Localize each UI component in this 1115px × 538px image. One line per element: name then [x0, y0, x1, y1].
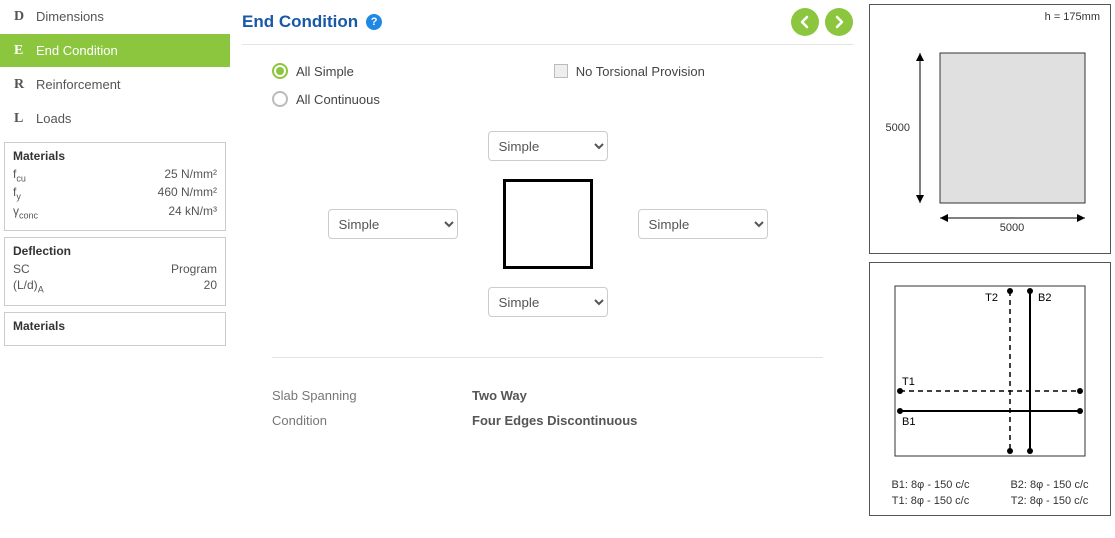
deflection-row: SCProgram — [13, 262, 217, 276]
svg-text:5000: 5000 — [1000, 222, 1024, 233]
checkbox-no-torsion[interactable]: No Torsional Provision — [554, 64, 705, 79]
edge-left-select[interactable]: Simple — [328, 209, 458, 239]
radio-all-continuous[interactable]: All Continuous — [272, 91, 823, 107]
sidebar-item-loads[interactable]: L Loads — [0, 102, 230, 136]
svg-text:B2: B2 — [1038, 292, 1051, 304]
edge-picker: Simple Simple Simple — [272, 131, 823, 317]
panel-title: Deflection — [13, 244, 217, 258]
summary-value: Four Edges Discontinuous — [472, 413, 637, 428]
thickness-label: h = 175mm — [1045, 11, 1100, 23]
nav-label: End Condition — [36, 43, 118, 58]
svg-text:T1: T1 — [902, 376, 915, 388]
radio-icon — [272, 63, 288, 79]
main-content: End Condition ? All Simple — [230, 0, 865, 446]
sidebar-item-reinforcement[interactable]: R Reinforcement — [0, 68, 230, 102]
edge-top-select[interactable]: Simple — [488, 131, 608, 161]
sidebar-item-end-condition[interactable]: E End Condition — [0, 34, 230, 68]
slab-icon — [503, 179, 593, 269]
panel-title: Materials — [13, 149, 217, 163]
nav-label: Loads — [36, 111, 71, 126]
summary: Slab Spanning Two Way Condition Four Edg… — [272, 357, 823, 428]
nav-tag: E — [14, 43, 36, 59]
main-header: End Condition ? — [242, 8, 853, 45]
summary-label: Slab Spanning — [272, 388, 472, 403]
summary-label: Condition — [272, 413, 472, 428]
nav-tag: R — [14, 77, 36, 93]
material-row: fy460 N/mm² — [13, 185, 217, 201]
panel-materials-2: Materials — [4, 312, 226, 346]
rebar-diagram: T2 B2 T1 B1 B1: 8φ - 150 c/c B2: 8φ - 15… — [869, 262, 1111, 516]
summary-value: Two Way — [472, 388, 527, 403]
slab-dimension-diagram: h = 175mm 5000 5000 — [869, 4, 1111, 254]
panel-title: Materials — [13, 319, 217, 333]
deflection-row: (L/d)A20 — [13, 278, 217, 294]
panel-deflection: Deflection SCProgram (L/d)A20 — [4, 237, 226, 305]
prev-button[interactable] — [791, 8, 819, 36]
radio-all-simple[interactable]: All Simple — [272, 63, 354, 79]
checkbox-icon — [554, 64, 568, 78]
svg-text:B1: B1 — [902, 416, 915, 428]
nav-tag: L — [14, 111, 36, 127]
edge-bottom-select[interactable]: Simple — [488, 287, 608, 317]
svg-text:5000: 5000 — [886, 122, 910, 134]
nav-label: Reinforcement — [36, 77, 121, 92]
rebar-legend: B1: 8φ - 150 c/c B2: 8φ - 150 c/c T1: 8φ… — [878, 479, 1102, 507]
material-row: fcu25 N/mm² — [13, 167, 217, 183]
material-row: γconc24 kN/m³ — [13, 204, 217, 220]
help-icon[interactable]: ? — [366, 14, 382, 30]
step-nav — [791, 8, 853, 36]
nav-tag: D — [14, 9, 36, 25]
sidebar: D Dimensions E End Condition R Reinforce… — [0, 0, 230, 352]
diagram-column: h = 175mm 5000 5000 — [865, 0, 1115, 520]
panel-materials: Materials fcu25 N/mm² fy460 N/mm² γconc2… — [4, 142, 226, 231]
edge-right-select[interactable]: Simple — [638, 209, 768, 239]
radio-icon — [272, 91, 288, 107]
page-title: End Condition ? — [242, 12, 382, 32]
next-button[interactable] — [825, 8, 853, 36]
nav-label: Dimensions — [36, 9, 104, 24]
sidebar-item-dimensions[interactable]: D Dimensions — [0, 0, 230, 34]
svg-text:T2: T2 — [985, 292, 998, 304]
